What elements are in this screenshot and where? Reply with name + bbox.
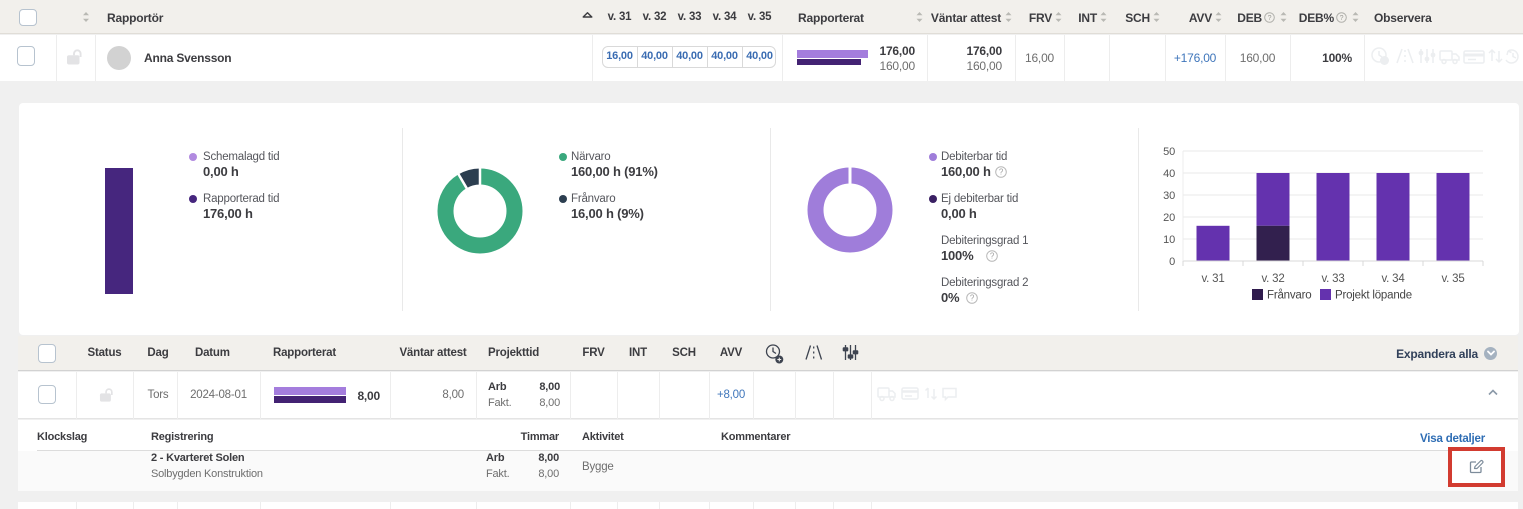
svg-text:?: ? — [970, 294, 975, 303]
svg-text:40: 40 — [1163, 168, 1175, 180]
svg-text:?: ? — [990, 252, 995, 261]
svg-text:30: 30 — [1163, 190, 1175, 202]
svg-text:v. 31: v. 31 — [1201, 273, 1224, 285]
svg-text:50: 50 — [1163, 146, 1175, 158]
svg-text:?: ? — [999, 168, 1004, 177]
svg-text:?: ? — [1268, 15, 1272, 22]
svg-text:20: 20 — [1163, 212, 1175, 224]
svg-text:Projekt löpande: Projekt löpande — [1335, 290, 1412, 302]
svg-text:0: 0 — [1169, 256, 1175, 268]
svg-text:?: ? — [1340, 15, 1344, 22]
svg-text:v. 35: v. 35 — [1441, 273, 1464, 285]
svg-text:10: 10 — [1163, 234, 1175, 246]
svg-text:v. 34: v. 34 — [1381, 273, 1405, 285]
svg-text:Frånvaro: Frånvaro — [1267, 290, 1311, 302]
svg-text:v. 33: v. 33 — [1321, 273, 1344, 285]
svg-text:v. 32: v. 32 — [1261, 273, 1284, 285]
